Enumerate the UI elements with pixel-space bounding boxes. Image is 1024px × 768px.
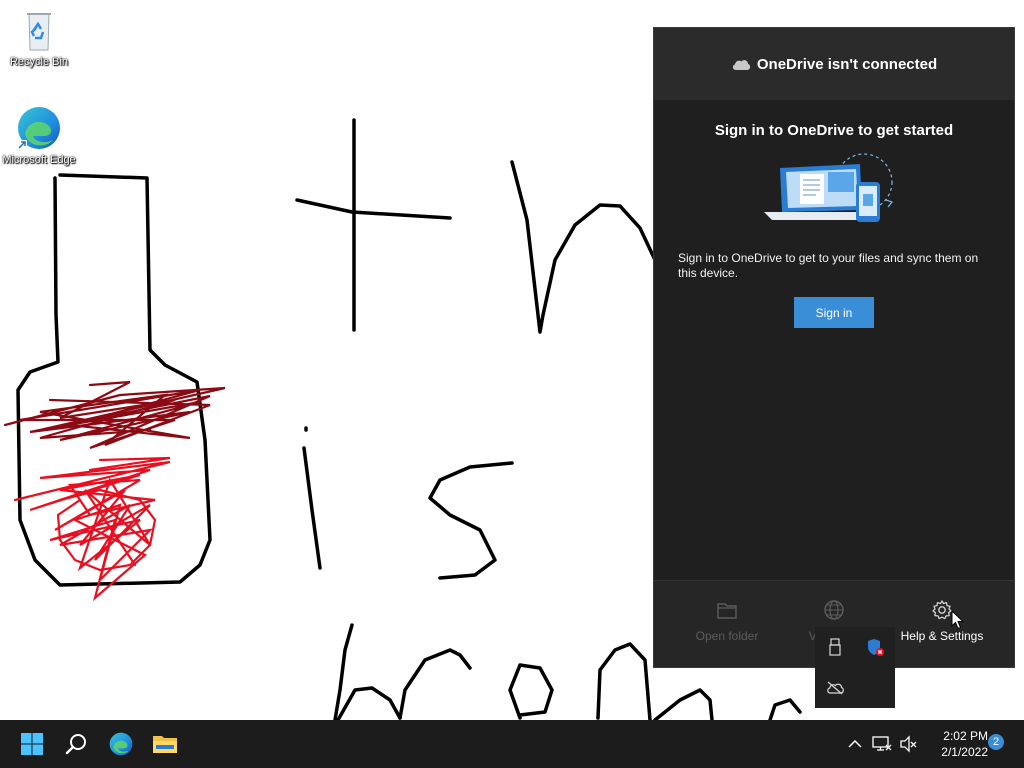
desktop-icon-label: Microsoft Edge xyxy=(2,154,76,166)
chevron-up-icon xyxy=(848,739,862,748)
network-tray-button[interactable] xyxy=(872,734,892,754)
onedrive-signin-panel: Sign in to OneDrive to get started Sign … xyxy=(654,100,1014,582)
desktop-icon-label: Recycle Bin xyxy=(9,56,69,68)
signin-title: Sign in to OneDrive to get started xyxy=(714,122,954,139)
sign-in-button[interactable]: Sign in xyxy=(794,297,874,328)
taskbar: 2:02 PM 2/1/2022 2 xyxy=(0,720,1024,768)
file-explorer-button[interactable] xyxy=(149,728,181,760)
network-disconnected-icon xyxy=(872,736,892,751)
open-folder-label: Open folder xyxy=(695,629,759,643)
desktop-icon-edge[interactable]: Microsoft Edge xyxy=(1,104,77,167)
search-button[interactable] xyxy=(61,728,93,760)
open-folder-button[interactable]: Open folder xyxy=(672,599,782,643)
onedrive-cloud-icon xyxy=(732,60,750,70)
show-hidden-icons-button[interactable] xyxy=(845,734,865,754)
edge-taskbar-button[interactable] xyxy=(105,728,137,760)
notification-badge[interactable]: 2 xyxy=(988,734,1004,750)
onedrive-flyout: OneDrive isn't connected Sign in to OneD… xyxy=(653,27,1015,668)
gear-icon xyxy=(932,600,952,620)
onedrive-devices-illustration xyxy=(764,153,894,222)
tray-overflow-popup xyxy=(815,627,895,708)
onedrive-tray-button[interactable] xyxy=(824,677,846,699)
onedrive-header: OneDrive isn't connected xyxy=(654,28,1014,100)
help-settings-label: Help & Settings xyxy=(900,629,984,643)
folder-icon xyxy=(153,736,177,753)
onedrive-header-title: OneDrive isn't connected xyxy=(756,55,938,73)
edge-icon xyxy=(109,732,133,756)
edge-icon xyxy=(17,107,60,150)
usb-drive-tray-button[interactable] xyxy=(824,636,846,658)
search-icon xyxy=(65,734,86,755)
onedrive-offline-icon xyxy=(827,681,844,695)
folder-icon xyxy=(717,603,737,619)
volume-tray-button[interactable] xyxy=(899,734,919,754)
mouse-cursor-icon xyxy=(951,610,965,630)
desktop-icon-recycle-bin[interactable]: Recycle Bin xyxy=(1,6,77,69)
taskbar-clock[interactable]: 2:02 PM 2/1/2022 xyxy=(926,728,988,760)
security-shield-icon xyxy=(868,639,884,656)
clock-time: 2:02 PM xyxy=(943,729,988,743)
start-button[interactable] xyxy=(16,728,48,760)
clock-date: 2/1/2022 xyxy=(941,745,988,759)
windows-start-icon xyxy=(21,733,43,755)
recycle-bin-icon xyxy=(27,13,51,51)
help-settings-button[interactable]: Help & Settings xyxy=(887,599,997,643)
usb-drive-icon xyxy=(829,638,841,656)
windows-security-tray-button[interactable] xyxy=(864,636,886,658)
volume-muted-icon xyxy=(900,735,917,753)
signin-description: Sign in to OneDrive to get to your files… xyxy=(678,251,979,280)
globe-icon xyxy=(824,600,844,620)
